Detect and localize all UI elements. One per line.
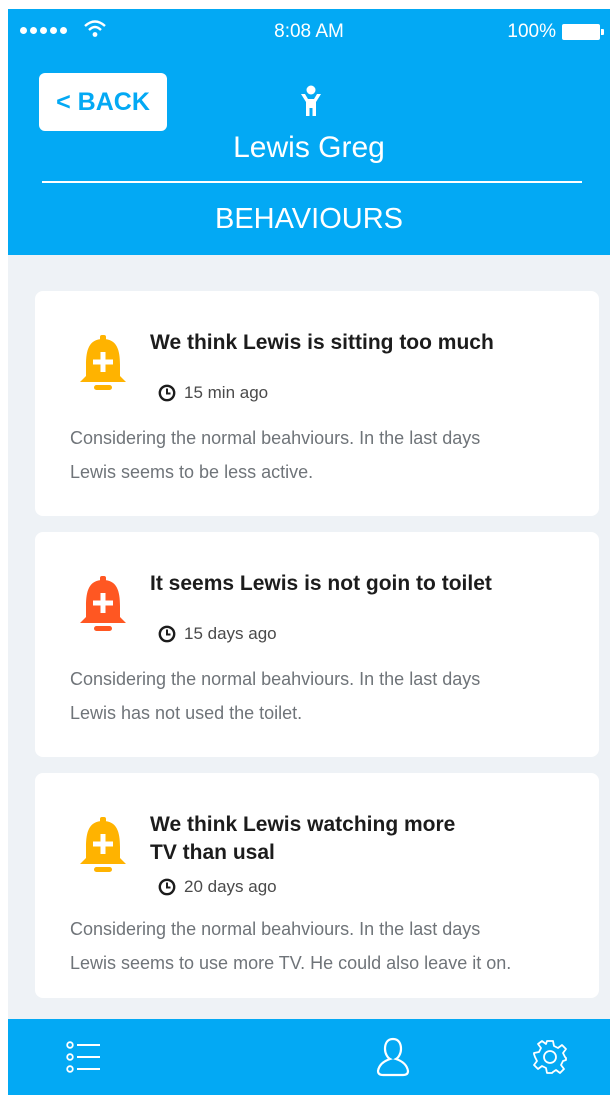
card-title: We think Lewis is sitting too much — [150, 329, 570, 357]
card-description: Considering the normal beahviours. In th… — [70, 912, 570, 980]
alert-bell-icon — [80, 576, 126, 631]
clock-icon — [158, 384, 176, 402]
card-timestamp: 20 days ago — [158, 877, 277, 897]
card-title-line: We think Lewis watching more — [150, 813, 456, 836]
nav-settings-button[interactable] — [520, 1019, 580, 1095]
user-icon — [376, 1037, 410, 1077]
card-title-line: It seems Lewis is not goin to toilet — [150, 572, 492, 595]
card-time-text: 20 days ago — [184, 877, 277, 896]
card-desc-line: Considering the normal beahviours. In th… — [70, 919, 481, 939]
card-desc-line: Considering the normal beahviours. In th… — [70, 428, 481, 448]
status-bar: 8:08 AM 100% — [8, 9, 610, 53]
app-screen: 8:08 AM 100% < BACK Lewis Greg BEHAVIOUR… — [8, 9, 610, 1095]
behaviour-card[interactable]: We think Lewis watching more TV than usa… — [35, 773, 599, 998]
card-title-line: TV than usal — [150, 841, 275, 864]
clock-icon — [158, 878, 176, 896]
card-title: We think Lewis watching more TV than usa… — [150, 811, 570, 867]
card-description: Considering the normal beahviours. In th… — [70, 421, 570, 489]
header-divider — [42, 181, 582, 183]
alert-bell-icon — [80, 335, 126, 390]
card-time-text: 15 days ago — [184, 624, 277, 643]
card-desc-line: Lewis has not used the toilet. — [70, 703, 303, 723]
nav-list-button[interactable] — [54, 1019, 114, 1095]
back-button[interactable]: < BACK — [39, 73, 167, 131]
battery-percent: 100% — [507, 21, 556, 42]
card-desc-line: Considering the normal beahviours. In th… — [70, 669, 481, 689]
gear-icon — [533, 1040, 567, 1074]
section-title: BEHAVIOURS — [214, 203, 403, 235]
behaviour-card[interactable]: It seems Lewis is not goin to toilet 15 … — [35, 532, 599, 757]
card-title: It seems Lewis is not goin to toilet — [150, 570, 570, 598]
bottom-nav — [8, 1019, 610, 1095]
nav-profile-button[interactable] — [363, 1019, 423, 1095]
card-time-text: 15 min ago — [184, 383, 269, 402]
person-icon — [301, 85, 321, 116]
battery-indicator: 100% — [507, 21, 604, 43]
card-description: Considering the normal beahviours. In th… — [70, 662, 570, 730]
card-timestamp: 15 min ago — [158, 383, 268, 403]
list-icon — [66, 1041, 100, 1073]
battery-icon — [562, 24, 604, 40]
card-desc-line: Lewis seems to use more TV. He could als… — [70, 953, 512, 973]
behaviour-card[interactable]: We think Lewis is sitting too much 15 mi… — [35, 291, 599, 516]
card-timestamp: 15 days ago — [158, 624, 277, 644]
patient-name: Lewis Greg — [233, 131, 385, 164]
clock-icon — [158, 625, 176, 643]
header: 8:08 AM 100% < BACK Lewis Greg BEHAVIOUR… — [8, 9, 610, 255]
card-title-line: We think Lewis is sitting too much — [150, 331, 494, 354]
alert-bell-icon — [80, 817, 126, 872]
card-desc-line: Lewis seems to be less active. — [70, 462, 314, 482]
